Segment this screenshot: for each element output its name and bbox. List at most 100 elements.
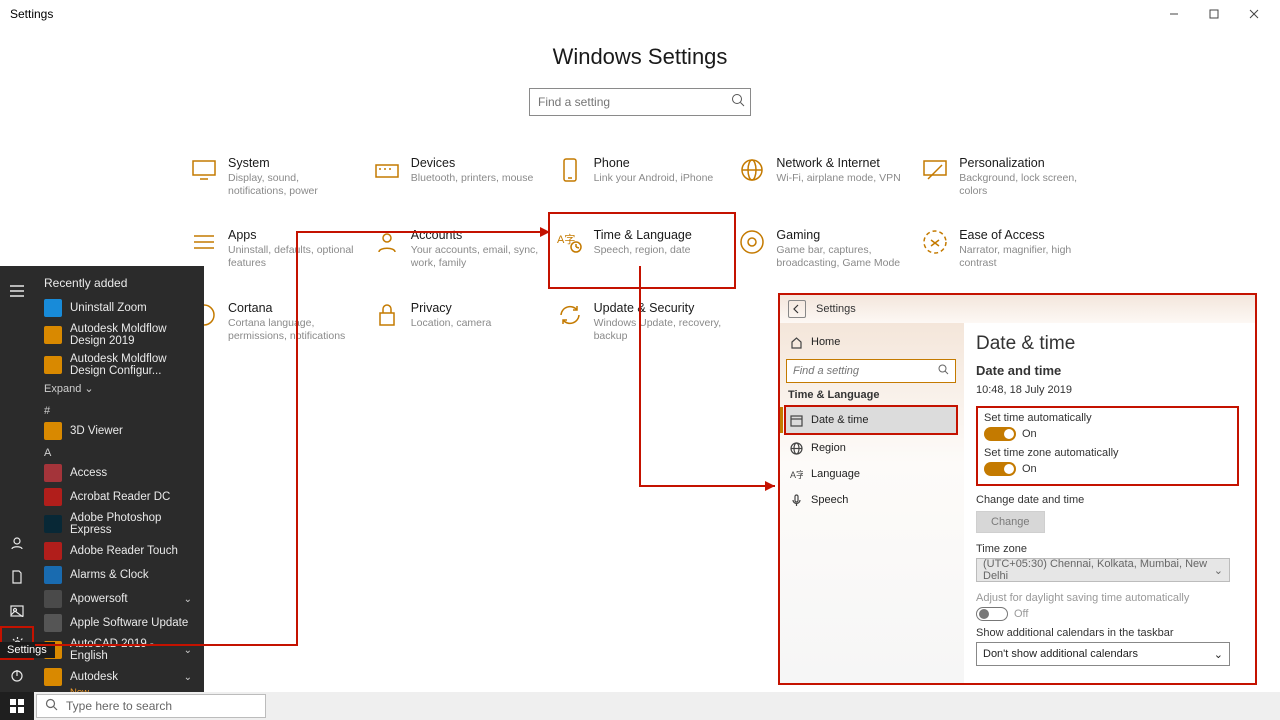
app-label: Autodesk Moldflow Design Configur... (70, 353, 198, 377)
app-tile-icon (44, 464, 62, 482)
dst-toggle (976, 607, 1008, 621)
start-app-item[interactable]: Autodesk Moldflow Design 2019 (38, 320, 204, 350)
category-network[interactable]: Network & InternetWi-Fi, airplane mode, … (738, 156, 907, 198)
app-label: Adobe Photoshop Express (70, 512, 198, 536)
auto-time-label: Set time automatically (984, 412, 1231, 424)
app-tile-icon (44, 590, 62, 608)
start-app-item[interactable]: Apple Software Update (38, 611, 204, 635)
auto-time-toggle[interactable] (984, 427, 1016, 441)
category-ease-of-access[interactable]: Ease of AccessNarrator, magnifier, high … (921, 228, 1090, 270)
settings-search-input[interactable] (529, 88, 751, 116)
sidebar-region[interactable]: Region (786, 435, 956, 461)
datetime-sidebar: Home Time & Language Date & time Region … (780, 323, 964, 683)
category-personalization[interactable]: PersonalizationBackground, lock screen, … (921, 156, 1090, 198)
window-controls (1154, 0, 1274, 28)
chevron-down-icon: ⌄ (84, 383, 93, 395)
start-button[interactable] (0, 692, 34, 720)
sidebar-language[interactable]: A字Language (786, 461, 956, 487)
category-update[interactable]: Update & SecurityWindows Update, recover… (556, 301, 725, 343)
search-icon (45, 698, 58, 714)
app-tile-icon (44, 566, 62, 584)
start-expand[interactable]: Expand ⌄ (38, 380, 204, 401)
auto-timezone-label: Set time zone automatically (984, 447, 1231, 459)
start-app-item[interactable]: AutoCAD 2019 - English⌄ (38, 635, 204, 665)
app-tile-icon (44, 299, 62, 317)
user-icon[interactable] (0, 526, 34, 560)
category-phone[interactable]: PhoneLink your Android, iPhone (556, 156, 725, 198)
close-button[interactable] (1234, 0, 1274, 28)
monitor-icon (190, 156, 218, 184)
category-gaming[interactable]: GamingGame bar, captures, broadcasting, … (738, 228, 907, 270)
app-sublabel: New (38, 687, 204, 692)
power-icon[interactable] (0, 658, 34, 692)
start-app-item[interactable]: Uninstall Zoom (38, 296, 204, 320)
hamburger-icon[interactable] (0, 274, 34, 308)
start-app-item[interactable]: Autodesk⌄ (38, 665, 204, 689)
auto-timezone-toggle[interactable] (984, 462, 1016, 476)
app-label: AutoCAD 2019 - English (70, 638, 176, 662)
documents-icon[interactable] (0, 560, 34, 594)
back-button[interactable] (788, 300, 806, 318)
category-privacy[interactable]: PrivacyLocation, camera (373, 301, 542, 343)
minimize-button[interactable] (1154, 0, 1194, 28)
taskbar-search[interactable]: Type here to search (36, 694, 266, 718)
start-menu-rail: Settings (0, 266, 34, 692)
svg-text:A字: A字 (790, 469, 803, 480)
start-app-item[interactable]: Acrobat Reader DC (38, 485, 204, 509)
sidebar-home[interactable]: Home (786, 329, 956, 355)
keyboard-icon (373, 156, 401, 184)
search-icon (731, 93, 745, 110)
change-button: Change (976, 511, 1045, 533)
sidebar-heading: Time & Language (788, 389, 956, 401)
sidebar-search-input[interactable] (793, 365, 938, 377)
start-app-item[interactable]: Adobe Photoshop Express (38, 509, 204, 539)
pictures-icon[interactable] (0, 594, 34, 628)
start-letter-hash[interactable]: # (38, 401, 204, 419)
app-tile-icon (44, 542, 62, 560)
category-system[interactable]: SystemDisplay, sound, notifications, pow… (190, 156, 359, 198)
start-letter-a[interactable]: A (38, 443, 204, 461)
start-app-item[interactable]: Alarms & Clock (38, 563, 204, 587)
start-app-item[interactable]: 3D Viewer (38, 419, 204, 443)
window-title: Settings (6, 7, 53, 21)
additional-calendars-select[interactable]: Don't show additional calendars⌄ (976, 642, 1230, 666)
category-cortana[interactable]: CortanaCortana language, permissions, no… (190, 301, 359, 343)
start-app-item[interactable]: Access (38, 461, 204, 485)
app-tile-icon (44, 488, 62, 506)
auto-time-state: On (1022, 428, 1037, 440)
start-app-item[interactable]: Apowersoft⌄ (38, 587, 204, 611)
globe-icon (738, 156, 766, 184)
apps-icon (190, 228, 218, 256)
app-label: Autodesk Moldflow Design 2019 (70, 323, 198, 347)
category-time-language[interactable]: A字 Time & LanguageSpeech, region, date (548, 212, 737, 288)
app-label: 3D Viewer (70, 425, 123, 437)
app-label: Adobe Reader Touch (70, 545, 178, 557)
app-label: Autodesk (70, 671, 118, 683)
start-app-item[interactable]: Adobe Reader Touch (38, 539, 204, 563)
app-tile-icon (44, 326, 62, 344)
datetime-window-title: Settings (816, 303, 856, 315)
search-wrap (529, 88, 751, 116)
sidebar-search[interactable] (786, 359, 956, 383)
sidebar-speech[interactable]: Speech (786, 487, 956, 513)
sidebar-date-time[interactable]: Date & time (786, 407, 956, 433)
additional-calendars-label: Show additional calendars in the taskbar (976, 627, 1239, 639)
person-icon (373, 228, 401, 256)
chevron-down-icon: ⌄ (1214, 564, 1223, 577)
app-tile-icon (44, 422, 62, 440)
timezone-label: Time zone (976, 543, 1239, 555)
auto-settings-block: Set time automatically On Set time zone … (976, 406, 1239, 486)
phone-icon (556, 156, 584, 184)
maximize-button[interactable] (1194, 0, 1234, 28)
app-label: Apple Software Update (70, 617, 188, 629)
datetime-titlebar: Settings (780, 295, 1255, 323)
change-datetime-label: Change date and time (976, 494, 1239, 506)
page-title: Windows Settings (0, 44, 1280, 70)
paint-icon (921, 156, 949, 184)
chevron-down-icon: ⌄ (1214, 648, 1223, 661)
app-tile-icon (44, 356, 62, 374)
category-accounts[interactable]: AccountsYour accounts, email, sync, work… (373, 228, 542, 270)
start-app-item[interactable]: Autodesk Moldflow Design Configur... (38, 350, 204, 380)
category-devices[interactable]: DevicesBluetooth, printers, mouse (373, 156, 542, 198)
category-apps[interactable]: AppsUninstall, defaults, optional featur… (190, 228, 359, 270)
